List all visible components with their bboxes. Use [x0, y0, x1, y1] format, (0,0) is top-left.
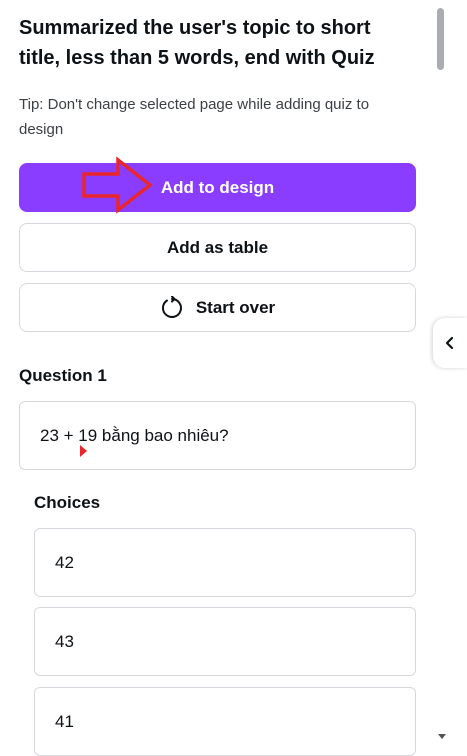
restart-icon: [160, 295, 184, 320]
quiz-panel: Summarized the user's topic to short tit…: [0, 0, 434, 756]
add-to-design-button[interactable]: Add to design: [19, 163, 416, 212]
choice-input-2[interactable]: 43: [34, 607, 416, 676]
quiz-title: Summarized the user's topic to short tit…: [19, 17, 375, 69]
choice-text: 42: [55, 552, 74, 572]
collapse-panel-button[interactable]: [433, 318, 467, 368]
choice-text: 41: [55, 711, 74, 731]
start-over-button[interactable]: Start over: [19, 283, 416, 332]
choice-input-1[interactable]: 42: [34, 528, 416, 597]
text-cursor-marker: [80, 445, 87, 457]
chevron-left-icon: [445, 336, 454, 350]
question-label: Question 1: [19, 366, 107, 385]
add-to-design-label: Add to design: [160, 177, 275, 197]
tip-text: Tip: Don't change selected page while ad…: [19, 96, 370, 138]
red-arrow-annotation: [82, 156, 153, 214]
question-input[interactable]: 23 + 19 bằng bao nhiêu?: [19, 401, 416, 470]
add-as-table-label: Add as table: [166, 237, 269, 257]
scrollbar-thumb[interactable]: [437, 8, 444, 70]
choice-text: 43: [55, 631, 74, 651]
choices-label: Choices: [34, 493, 101, 512]
start-over-label: Start over: [195, 297, 276, 317]
scrollbar-track[interactable]: [434, 0, 450, 742]
question-text: 23 + 19 bằng bao nhiêu?: [40, 425, 229, 445]
scroll-down-icon[interactable]: [436, 731, 448, 741]
choice-input-3[interactable]: 41: [34, 687, 416, 756]
add-as-table-button[interactable]: Add as table: [19, 223, 416, 272]
